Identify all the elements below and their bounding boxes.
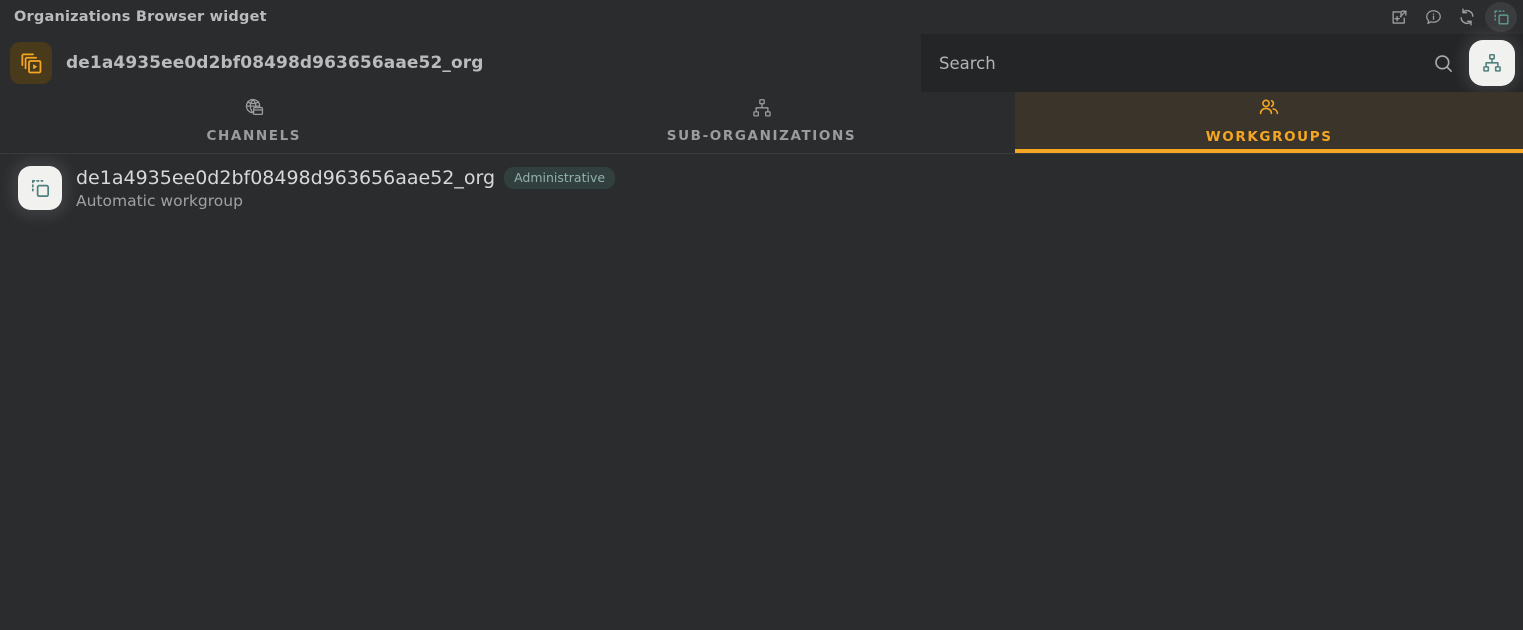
list-item-text: de1a4935ee0d2bf08498d963656aae52_org Adm… xyxy=(76,166,616,210)
organizations-browser-widget: Organizations Browser widget de1a4935ee0… xyxy=(0,0,1523,630)
current-organization[interactable]: de1a4935ee0d2bf08498d963656aae52_org xyxy=(10,42,484,84)
tabs: CHANNELS SUB-ORGANIZATIONS WORKGROUPS xyxy=(0,92,1523,154)
duplicate-widget-icon[interactable] xyxy=(1485,2,1517,32)
tab-channels[interactable]: CHANNELS xyxy=(0,92,508,153)
tab-label: SUB-ORGANIZATIONS xyxy=(666,128,857,144)
search-icon[interactable] xyxy=(1423,43,1463,83)
hierarchy-view-button[interactable] xyxy=(1469,40,1515,86)
globe-window-icon xyxy=(243,97,265,123)
duplicate-widget-icon xyxy=(18,166,62,210)
people-icon xyxy=(1257,96,1281,124)
list-item-subtitle: Automatic workgroup xyxy=(76,191,243,210)
workgroups-list: de1a4935ee0d2bf08498d963656aae52_org Adm… xyxy=(0,154,1523,630)
add-to-window-icon[interactable] xyxy=(1383,2,1415,32)
refresh-icon[interactable] xyxy=(1451,2,1483,32)
tab-sub-organizations[interactable]: SUB-ORGANIZATIONS xyxy=(507,92,1016,153)
widget-titlebar: Organizations Browser widget xyxy=(0,0,1523,34)
search-input[interactable] xyxy=(939,53,1419,73)
widget-title: Organizations Browser widget xyxy=(14,9,267,25)
search-area xyxy=(921,34,1523,92)
list-item[interactable]: de1a4935ee0d2bf08498d963656aae52_org Adm… xyxy=(0,154,1523,222)
organization-name: de1a4935ee0d2bf08498d963656aae52_org xyxy=(66,53,484,73)
list-item-title-line: de1a4935ee0d2bf08498d963656aae52_org Adm… xyxy=(76,166,616,189)
titlebar-actions xyxy=(1383,2,1517,32)
list-item-title: de1a4935ee0d2bf08498d963656aae52_org xyxy=(76,166,496,189)
info-bubble-icon[interactable] xyxy=(1417,2,1449,32)
status-badge: Administrative xyxy=(504,166,616,189)
sitemap-icon xyxy=(751,97,773,123)
organizations-icon[interactable] xyxy=(10,42,52,84)
tab-label: CHANNELS xyxy=(206,128,302,144)
widget-header: de1a4935ee0d2bf08498d963656aae52_org xyxy=(0,34,1523,92)
tab-label: WORKGROUPS xyxy=(1205,129,1333,145)
tab-workgroups[interactable]: WORKGROUPS xyxy=(1015,92,1523,153)
